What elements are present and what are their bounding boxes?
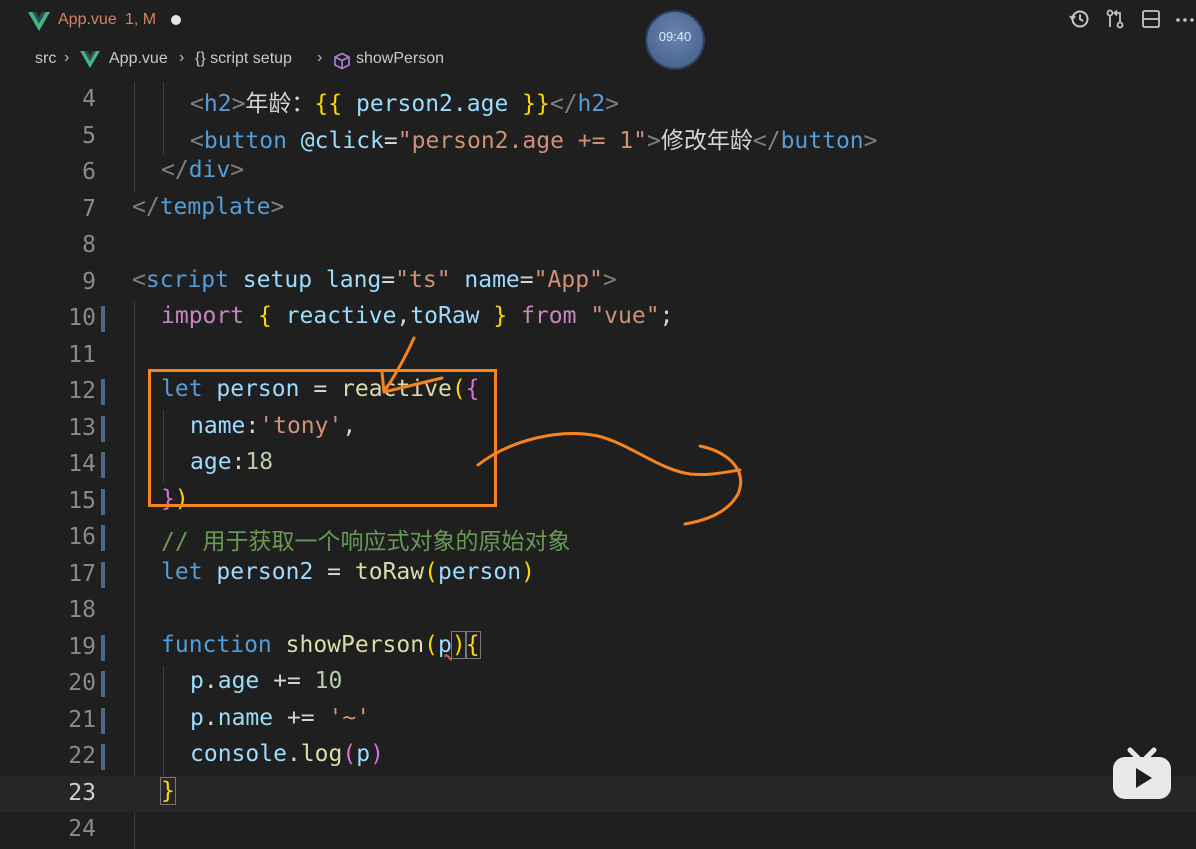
video-player-icon[interactable]: [1110, 744, 1174, 802]
annotation-layer: [380, 336, 743, 526]
annotation-curve: [476, 432, 743, 526]
annotation-arrow: [382, 336, 416, 394]
